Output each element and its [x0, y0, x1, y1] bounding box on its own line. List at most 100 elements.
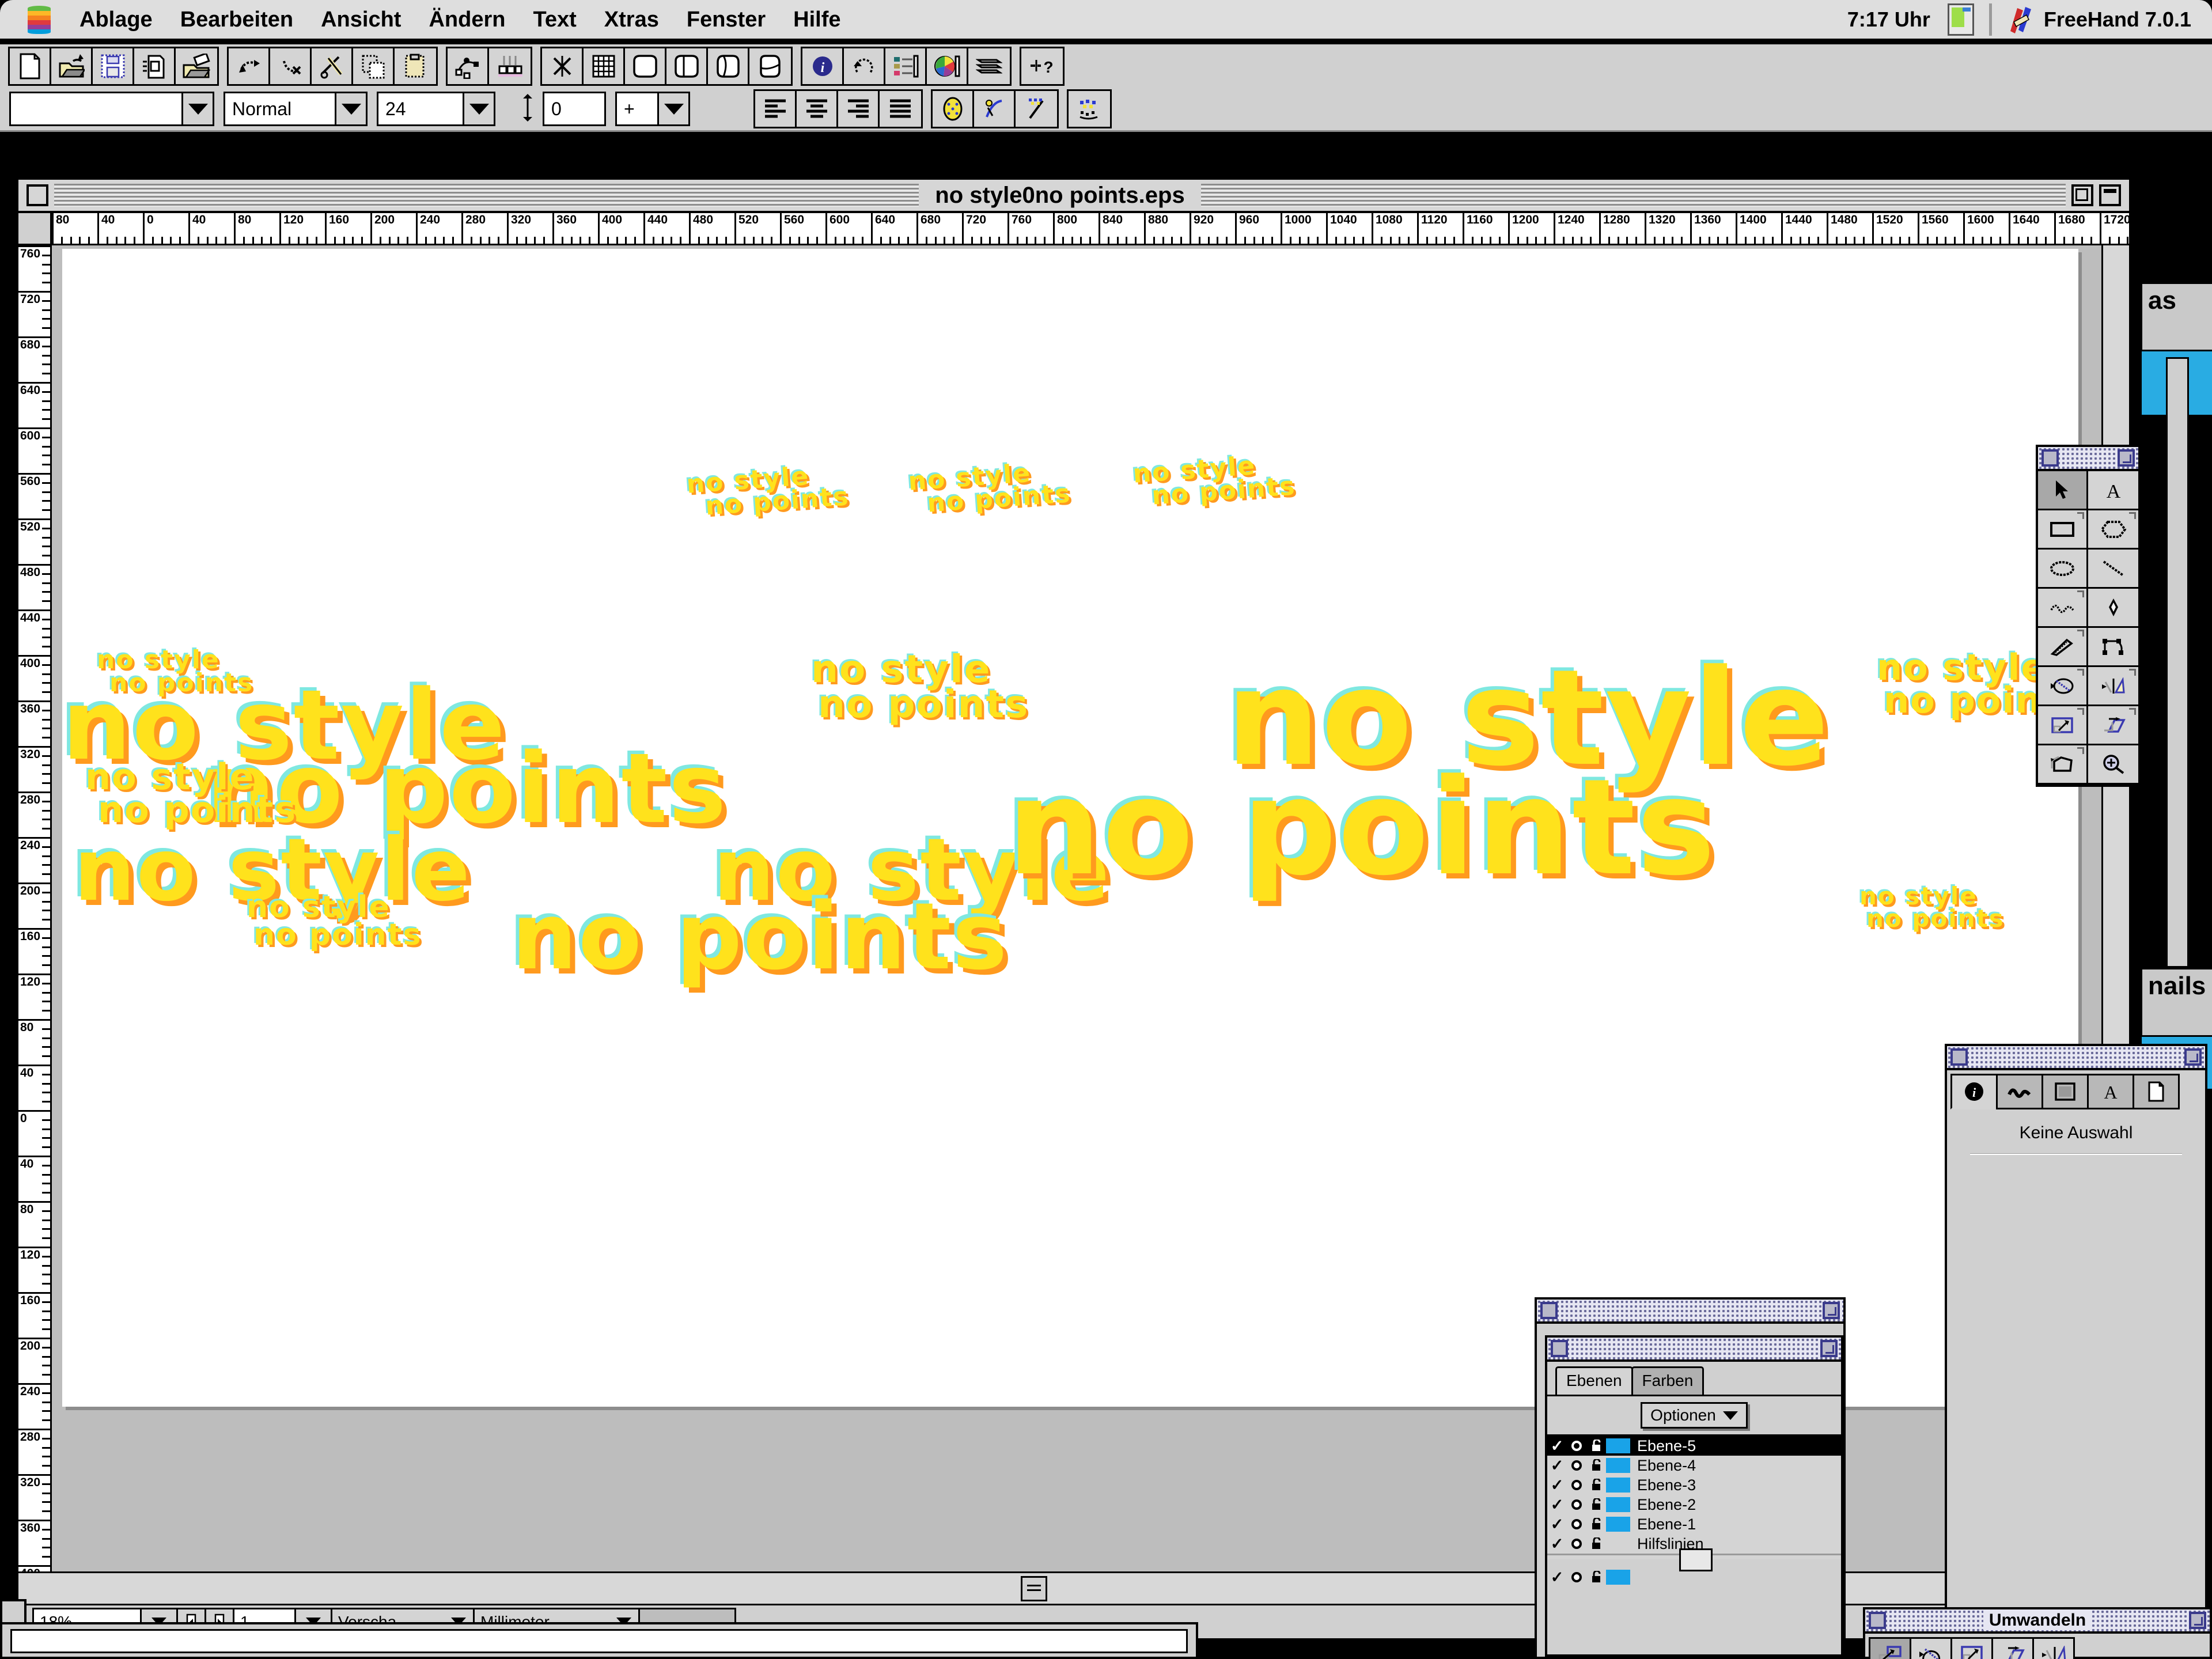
layer-color-swatch[interactable]: [1606, 1438, 1630, 1453]
align-justify-button[interactable]: [880, 91, 921, 127]
layer-color-swatch[interactable]: [1606, 1478, 1630, 1493]
layer-lock-icon[interactable]: [1586, 1498, 1606, 1511]
freehand-tool[interactable]: [2038, 589, 2088, 628]
chevron-down-icon[interactable]: [657, 93, 688, 124]
pen-tool[interactable]: [2088, 589, 2138, 628]
reflect-transform-button[interactable]: [2032, 1637, 2075, 1659]
close-box-icon[interactable]: [26, 184, 48, 206]
artwork-text-band-l[interactable]: no style no points: [247, 892, 422, 950]
copy-button[interactable]: [353, 48, 395, 84]
desktop-bottom-tab[interactable]: [0, 1599, 26, 1622]
align-center-button[interactable]: [797, 91, 838, 127]
rotate-transform-button[interactable]: [1910, 1637, 1952, 1659]
print-document-button[interactable]: [134, 48, 176, 84]
bg-window-lower[interactable]: nails: [2141, 968, 2212, 1037]
palette-close-icon[interactable]: [2041, 449, 2059, 467]
layer-preview-icon[interactable]: [1567, 1459, 1586, 1472]
save-document-button[interactable]: [93, 48, 134, 84]
align-left-button[interactable]: [755, 91, 797, 127]
cut-button[interactable]: [312, 48, 353, 84]
inspector-title-bar[interactable]: [1947, 1046, 2205, 1070]
crop-button[interactable]: [749, 48, 791, 84]
layer-lock-icon[interactable]: [1586, 1479, 1606, 1491]
text-attach-effect-button[interactable]: [974, 91, 1016, 127]
inspector-button[interactable]: i: [802, 48, 844, 84]
layer-preview-icon[interactable]: [1567, 1479, 1586, 1491]
transform-panel-button[interactable]: [844, 48, 885, 84]
layer-visible-check[interactable]: ✓: [1547, 1496, 1567, 1514]
chevron-down-icon[interactable]: [181, 93, 213, 124]
move-transform-button[interactable]: [1869, 1637, 1911, 1659]
artwork-text-small-1[interactable]: no style no points: [685, 461, 850, 521]
menu-bar-clock[interactable]: 7:17 Uhr: [1847, 7, 1948, 32]
rotate-tool[interactable]: [2038, 667, 2088, 706]
new-document-button[interactable]: [10, 48, 51, 84]
text-inspector-tab[interactable]: A: [2087, 1074, 2134, 1109]
layer-row[interactable]: ✓ Ebene-3: [1547, 1475, 1841, 1495]
align-button[interactable]: [489, 48, 531, 84]
stroke-inspector-tab[interactable]: [1996, 1074, 2043, 1109]
leading-mode-select[interactable]: +: [615, 92, 690, 126]
layers-outer-title-bar[interactable]: [1537, 1300, 1843, 1324]
ruler-corner[interactable]: [18, 213, 52, 245]
text-tool[interactable]: A: [2088, 471, 2138, 510]
skew-transform-button[interactable]: [1991, 1637, 2034, 1659]
text-convert-button[interactable]: [1069, 91, 1110, 127]
menu-aendern[interactable]: Ändern: [415, 0, 519, 40]
menu-ablage[interactable]: Ablage: [66, 0, 166, 40]
layer-visible-check[interactable]: ✓: [1547, 1535, 1567, 1553]
layer-visible-check[interactable]: ✓: [1547, 1437, 1567, 1455]
menu-xtras[interactable]: Xtras: [590, 0, 673, 40]
fill-inspector-tab[interactable]: [2041, 1074, 2089, 1109]
punch-button[interactable]: [708, 48, 749, 84]
palette-zoom-icon[interactable]: [2188, 1612, 2206, 1629]
layer-row[interactable]: ✓ Ebene-2: [1547, 1495, 1841, 1514]
trace-tool[interactable]: [2038, 745, 2088, 785]
menu-bar-app-name[interactable]: FreeHand 7.0.1: [2044, 7, 2200, 32]
layer-visible-check[interactable]: ✓: [1547, 1476, 1567, 1494]
artwork-selection-band[interactable]: no style no points no style no points no…: [62, 641, 2078, 1009]
horizontal-scroll-thumb[interactable]: [1021, 1575, 1047, 1601]
union-button[interactable]: [625, 48, 666, 84]
layer-preview-icon[interactable]: [1567, 1498, 1586, 1511]
ellipse-tool[interactable]: [2038, 550, 2088, 589]
layer-visible-check[interactable]: ✓: [1547, 1516, 1567, 1533]
layer-lock-icon[interactable]: [1586, 1518, 1606, 1531]
zoom-box-icon[interactable]: [2071, 184, 2093, 206]
leading-mode-value[interactable]: +: [617, 93, 657, 124]
layers-title-bar[interactable]: [1547, 1338, 1841, 1362]
polygon-tool[interactable]: [2088, 510, 2138, 550]
transform-title-bar[interactable]: Umwandeln: [1865, 1609, 2210, 1634]
line-tool[interactable]: [2088, 550, 2138, 589]
layer-lock-icon[interactable]: [1586, 1440, 1606, 1452]
layers-split-handle[interactable]: [1547, 1548, 1841, 1571]
skew-tool[interactable]: [2088, 706, 2138, 745]
freehand-app-icon[interactable]: [2006, 5, 2035, 35]
layer-color-swatch[interactable]: [1606, 1497, 1630, 1512]
layer-color-swatch[interactable]: [1606, 1458, 1630, 1473]
layer-preview-icon[interactable]: [1567, 1440, 1586, 1452]
color-mixer-button[interactable]: [927, 48, 968, 84]
open-document-button[interactable]: [51, 48, 93, 84]
layer-color-swatch[interactable]: [1606, 1517, 1630, 1532]
layer-lock-icon[interactable]: [1586, 1571, 1606, 1584]
rectangle-tool[interactable]: [2038, 510, 2088, 550]
help-button[interactable]: ?: [1021, 48, 1063, 84]
chevron-down-icon[interactable]: [335, 93, 366, 124]
apple-logo-icon[interactable]: [28, 5, 51, 34]
layer-color-swatch[interactable]: [1606, 1570, 1630, 1585]
scale-tool[interactable]: [2038, 706, 2088, 745]
font-style-select[interactable]: Normal: [224, 92, 368, 126]
menu-fenster[interactable]: Fenster: [673, 0, 779, 40]
artwork-text-band-g[interactable]: no style no points: [811, 650, 1029, 723]
layer-list[interactable]: ✓ Ebene-5 ✓ Ebene-4 ✓ Ebene-3 ✓ Ebene-2 ✓ Ebene-1…: [1547, 1434, 1841, 1554]
horizontal-ruler[interactable]: 80 40 0 40 80 120 160 200 240 280 320 360 400 440 480 5…: [52, 213, 2129, 245]
palette-close-icon[interactable]: [1869, 1612, 1886, 1629]
layers-panel-button[interactable]: [968, 48, 1010, 84]
menu-ansicht[interactable]: Ansicht: [307, 0, 415, 40]
layer-preview-icon[interactable]: [1567, 1537, 1586, 1550]
palette-zoom-icon[interactable]: [2118, 449, 2135, 467]
font-size-value[interactable]: 24: [378, 93, 463, 124]
grid-button[interactable]: [584, 48, 625, 84]
document-page[interactable]: no style no points no style no points no…: [62, 249, 2078, 1407]
